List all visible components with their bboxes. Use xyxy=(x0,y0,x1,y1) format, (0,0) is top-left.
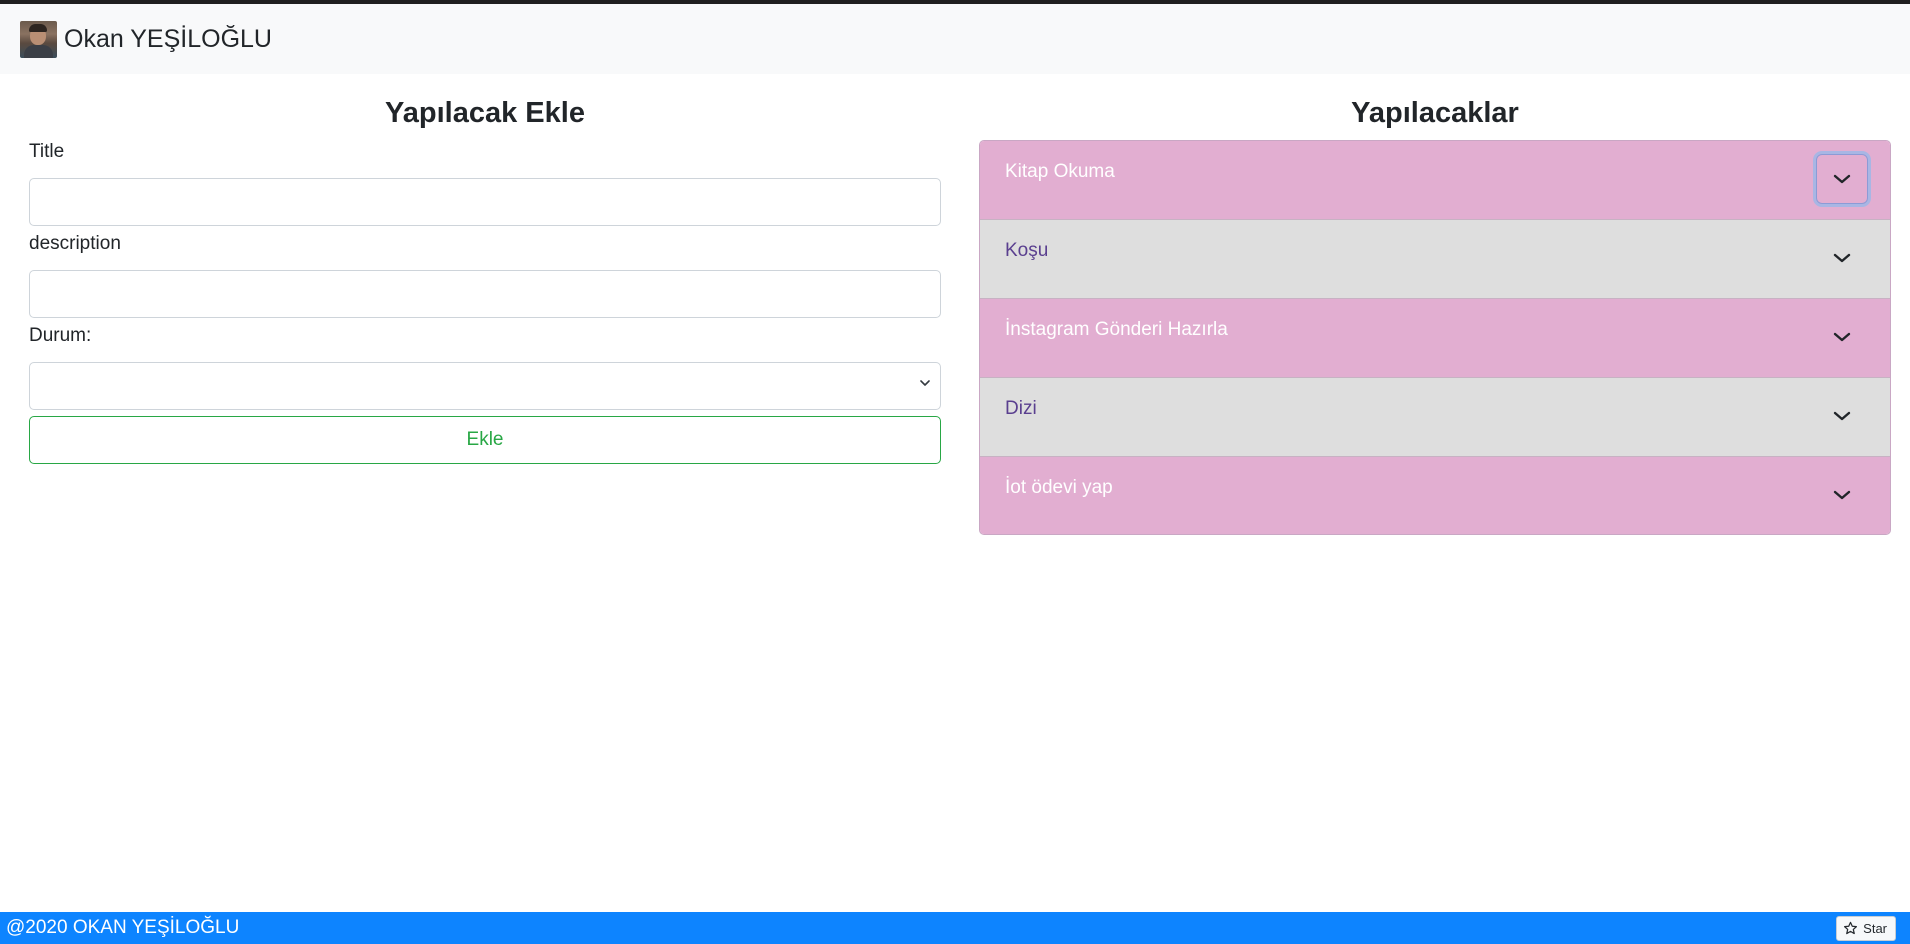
expand-toggle[interactable] xyxy=(1816,470,1868,520)
expand-toggle[interactable] xyxy=(1816,154,1868,204)
navbar-brand[interactable]: Okan YEŞİLOĞLU xyxy=(64,25,272,54)
title-input[interactable] xyxy=(29,178,941,226)
chevron-down-icon xyxy=(1833,411,1851,421)
accordion-item[interactable]: İnstagram Gönderi Hazırla xyxy=(980,299,1890,378)
description-label: description xyxy=(29,233,121,254)
add-button[interactable]: Ekle xyxy=(29,416,941,464)
chevron-down-icon xyxy=(1833,332,1851,342)
accordion-item-label: İnstagram Gönderi Hazırla xyxy=(1005,319,1228,340)
navbar: Okan YEŞİLOĞLU xyxy=(0,4,1910,74)
chevron-down-icon xyxy=(1833,490,1851,500)
star-icon xyxy=(1844,921,1858,935)
footer-copyright: @2020 OKAN YEŞİLOĞLU xyxy=(6,917,240,938)
star-label: Star xyxy=(1863,921,1887,936)
expand-toggle[interactable] xyxy=(1816,391,1868,441)
accordion-item[interactable]: Koşu xyxy=(980,220,1890,299)
accordion-item-label: Dizi xyxy=(1005,398,1037,419)
accordion-item-label: Kitap Okuma xyxy=(1005,161,1115,182)
star-button[interactable]: Star xyxy=(1836,916,1896,941)
status-label: Durum: xyxy=(29,325,92,346)
add-todo-form: Yapılacak Ekle Title description Durum: … xyxy=(29,74,941,464)
footer: @2020 OKAN YEŞİLOĞLU Star xyxy=(0,912,1910,944)
list-heading: Yapılacaklar xyxy=(1351,97,1519,129)
accordion-item[interactable]: İot ödevi yap xyxy=(980,457,1890,534)
accordion-item[interactable]: Dizi xyxy=(980,378,1890,457)
avatar xyxy=(20,20,57,58)
expand-toggle[interactable] xyxy=(1816,312,1868,362)
description-input[interactable] xyxy=(29,270,941,318)
todo-accordion: Kitap Okuma Koşu İnstagram Gönderi Hazır… xyxy=(979,140,1891,535)
accordion-item[interactable]: Kitap Okuma xyxy=(980,141,1890,220)
status-select[interactable] xyxy=(29,362,941,410)
todo-list-section: Yapılacaklar xyxy=(979,74,1891,140)
accordion-item-label: İot ödevi yap xyxy=(1005,477,1113,498)
chevron-down-icon xyxy=(1833,253,1851,263)
form-heading: Yapılacak Ekle xyxy=(385,97,585,129)
chevron-down-icon xyxy=(920,380,930,386)
chevron-down-icon xyxy=(1833,174,1851,184)
expand-toggle[interactable] xyxy=(1816,233,1868,283)
accordion-item-label: Koşu xyxy=(1005,240,1049,261)
